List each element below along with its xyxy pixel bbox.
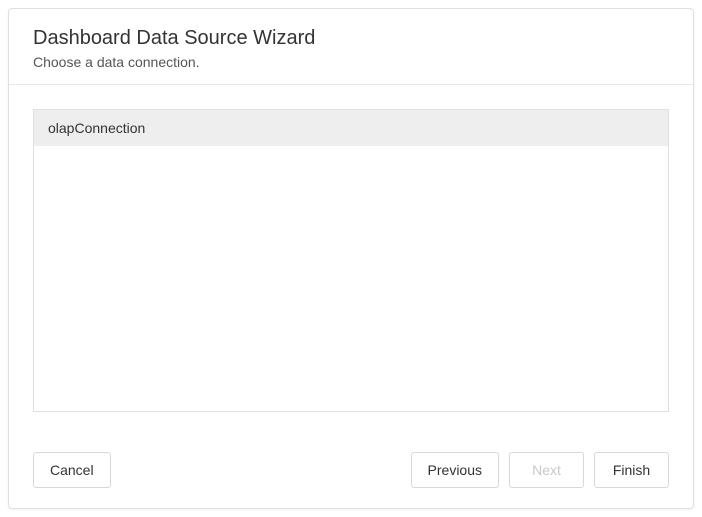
wizard-dialog: Dashboard Data Source Wizard Choose a da… (8, 8, 694, 509)
finish-button[interactable]: Finish (594, 452, 669, 488)
wizard-header: Dashboard Data Source Wizard Choose a da… (9, 9, 693, 85)
footer-left: Cancel (33, 452, 111, 488)
next-button: Next (509, 452, 584, 488)
footer-right: Previous Next Finish (411, 452, 669, 488)
wizard-title: Dashboard Data Source Wizard (33, 27, 669, 50)
connection-list: olapConnection (33, 109, 669, 412)
wizard-footer: Cancel Previous Next Finish (9, 436, 693, 508)
previous-button[interactable]: Previous (411, 452, 499, 488)
wizard-subtitle: Choose a data connection. (33, 54, 669, 70)
connection-list-item[interactable]: olapConnection (34, 110, 668, 146)
connection-list-item-label: olapConnection (48, 120, 145, 136)
wizard-content: olapConnection (9, 85, 693, 436)
cancel-button[interactable]: Cancel (33, 452, 111, 488)
